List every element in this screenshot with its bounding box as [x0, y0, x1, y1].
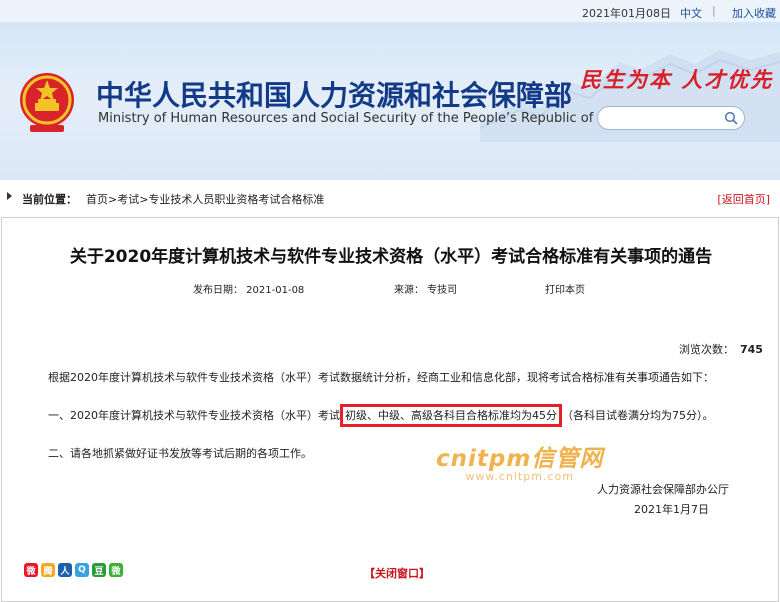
back-home-link[interactable]: [返回首页]: [717, 191, 770, 207]
highlighted-pass-standard: 初级、中级、高级各科目合格标准均为45分: [340, 404, 562, 427]
article-source: 来源： 专技司: [394, 285, 458, 296]
ministry-title-cn: 中华人民共和国人力资源和社会保障部: [96, 79, 573, 112]
site-header: 中华人民共和国人力资源和社会保障部 Ministry of Human Reso…: [0, 22, 780, 180]
view-count: 浏览次数： 745: [679, 341, 763, 357]
slogan: 民生为本 人才优先: [580, 67, 774, 92]
current-date: 2021年01月08日: [582, 7, 671, 20]
search-icon[interactable]: [724, 111, 738, 125]
language-link[interactable]: 中文: [680, 5, 702, 21]
publish-date: 发布日期： 2021-01-08: [193, 285, 305, 296]
watermark: cnitpm信管网 www.cnitpm.com: [436, 439, 603, 483]
top-separator: |: [712, 4, 716, 17]
douban-icon[interactable]: 豆: [92, 563, 106, 577]
breadcrumb-path[interactable]: 首页>考试>专业技术人员职业资格考试合格标准: [86, 191, 324, 207]
signature-org: 人力资源社会保障部办公厅: [597, 483, 729, 496]
wechat-icon[interactable]: 微: [109, 563, 123, 577]
breadcrumb-arrow-icon: [7, 192, 12, 200]
share-bar: 微 腾 人 Q 豆 微: [24, 563, 123, 579]
paragraph-standard-before: 一、2020年度计算机技术与软件专业技术资格（水平）考试: [48, 409, 340, 422]
add-favorite-link[interactable]: 加入收藏: [732, 5, 776, 21]
qzone-icon[interactable]: Q: [75, 563, 89, 577]
print-page-link[interactable]: 打印本页: [545, 281, 585, 296]
article-box: 关于2020年度计算机技术与软件专业技术资格（水平）考试合格标准有关事项的通告 …: [1, 217, 779, 602]
article-title: 关于2020年度计算机技术与软件专业技术资格（水平）考试合格标准有关事项的通告: [69, 247, 713, 267]
watermark-brand: cnitpm信管网: [436, 446, 604, 472]
breadcrumb: 当前位置： 首页>考试>专业技术人员职业资格考试合格标准 [返回首页]: [0, 180, 780, 213]
view-count-value: 745: [740, 343, 763, 356]
weibo-icon[interactable]: 微: [24, 563, 38, 577]
close-window-link[interactable]: 【关闭窗口】: [364, 565, 430, 581]
top-strip: 2021年01月08日 中文 | 加入收藏: [0, 0, 780, 22]
search-input[interactable]: [608, 110, 718, 126]
paragraph-intro: 根据2020年度计算机技术与软件专业技术资格（水平）考试数据统计分析，经商工业和…: [48, 371, 714, 384]
paragraph-standard-after: （各科目试卷满分均为75分）。: [562, 409, 714, 422]
national-emblem-icon: [20, 73, 74, 132]
signature-date: 2021年1月7日: [634, 503, 709, 516]
ministry-title-en: Ministry of Human Resources and Social S…: [98, 111, 635, 126]
paragraph-followup: 二、请各地抓紧做好证书发放等考试后期的各项工作。: [48, 447, 312, 460]
view-count-label: 浏览次数：: [679, 343, 734, 356]
tencent-weibo-icon[interactable]: 腾: [41, 563, 55, 577]
search-box[interactable]: [597, 106, 745, 130]
breadcrumb-label: 当前位置：: [22, 193, 77, 206]
paragraph-standard: 一、2020年度计算机技术与软件专业技术资格（水平）考试 初级、中级、高级各科目合…: [24, 404, 759, 427]
renren-icon[interactable]: 人: [58, 563, 72, 577]
